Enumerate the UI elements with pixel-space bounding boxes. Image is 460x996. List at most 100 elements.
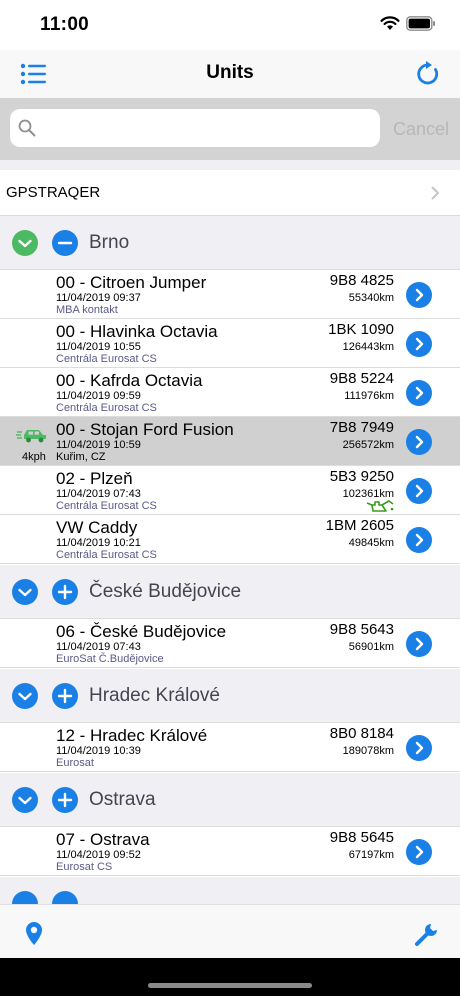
group-header-brno[interactable]: Brno [0, 216, 460, 270]
detail-arrow-icon[interactable] [406, 282, 432, 308]
unit-row[interactable]: 07 - Ostrava 11/04/2019 09:52 Eurosat CS… [0, 827, 460, 876]
group-name: České Budějovice [89, 581, 242, 602]
unit-odometer: 55340km [348, 292, 394, 304]
chevron-down-icon[interactable] [12, 787, 38, 813]
detail-arrow-icon[interactable] [406, 478, 432, 504]
unit-odometer: 256572km [342, 439, 394, 451]
battery-icon [406, 16, 435, 31]
minus-icon[interactable] [52, 230, 78, 256]
account-label: GPSTRAQER [6, 184, 101, 201]
unit-odometer: 126443km [342, 341, 394, 353]
status-time: 11:00 [40, 14, 90, 35]
search-box[interactable] [10, 109, 380, 147]
unit-date: 11/04/2019 09:59 [56, 390, 141, 402]
unit-location: Centrála Eurosat CS [56, 500, 157, 512]
unit-odometer: 189078km [342, 745, 394, 757]
plus-icon[interactable] [52, 579, 78, 605]
unit-plate: 7B8 7949 [329, 419, 394, 436]
unit-name: 06 - České Budějovice [56, 622, 227, 641]
detail-arrow-icon[interactable] [406, 331, 432, 357]
refresh-icon[interactable] [414, 60, 442, 88]
detail-arrow-icon[interactable] [406, 527, 432, 553]
unit-location: Eurosat [56, 757, 94, 769]
checkmark-icon[interactable] [12, 230, 38, 256]
unit-date: 11/04/2019 10:21 [56, 537, 141, 549]
status-bar: 11:00 [0, 0, 460, 50]
unit-name: 00 - Hlavinka Octavia [56, 322, 218, 341]
unit-row[interactable]: 12 - Hradec Králové 11/04/2019 10:39 Eur… [0, 723, 460, 772]
location-pin-icon[interactable] [24, 921, 44, 947]
unit-location: Centrála Eurosat CS [56, 402, 157, 414]
unit-name: 02 - Plzeň [56, 469, 133, 488]
unit-plate: 9B8 4825 [329, 272, 394, 289]
unit-row[interactable]: VW Caddy 11/04/2019 10:21 Centrála Euros… [0, 515, 460, 564]
unit-name: 00 - Citroen Jumper [56, 273, 207, 292]
oil-can-icon [366, 500, 394, 512]
unit-date: 11/04/2019 10:39 [56, 745, 141, 757]
home-indicator[interactable] [148, 983, 312, 988]
unit-plate: 5B3 9250 [329, 468, 394, 485]
unit-location: MBA kontakt [56, 304, 118, 316]
unit-odometer: 111976km [344, 390, 394, 402]
navigation-bar: Units [0, 50, 460, 98]
group-name: Ostrava [89, 789, 156, 810]
detail-arrow-icon[interactable] [406, 429, 432, 455]
group-name: Brno [89, 232, 130, 253]
unit-date: 11/04/2019 07:43 [56, 488, 141, 500]
page-title: Units [206, 62, 254, 83]
account-row[interactable]: GPSTRAQER [0, 170, 460, 216]
wifi-icon [380, 16, 400, 30]
detail-arrow-icon[interactable] [406, 380, 432, 406]
unit-row[interactable]: 02 - Plzeň 11/04/2019 07:43 Centrála Eur… [0, 466, 460, 515]
unit-row[interactable]: 06 - České Budějovice 11/04/2019 07:43 E… [0, 619, 460, 668]
unit-name: 07 - Ostrava [56, 830, 150, 849]
unit-date: 11/04/2019 09:37 [56, 292, 141, 304]
detail-arrow-icon[interactable] [406, 735, 432, 761]
unit-odometer: 49845km [348, 537, 394, 549]
unit-plate: 8B0 8184 [329, 725, 394, 742]
group-header-ostrava[interactable]: Ostrava [0, 773, 460, 827]
unit-location: Eurosat CS [56, 861, 113, 873]
wrench-icon[interactable] [414, 921, 440, 947]
unit-name: 00 - Stojan Ford Fusion [56, 420, 234, 439]
unit-row[interactable]: 00 - Kafrda Octavia 11/04/2019 09:59 Cen… [0, 368, 460, 417]
app-screen: 11:00 Units Cancel GPSTRAQER Brno 00 - C… [0, 0, 460, 996]
unit-date: 11/04/2019 10:59 [56, 439, 141, 451]
group-header-ceske-budejovice[interactable]: České Budějovice [0, 565, 460, 619]
home-indicator-area [0, 958, 460, 996]
search-input[interactable] [46, 109, 372, 147]
unit-plate: 9B8 5224 [329, 370, 394, 387]
unit-date: 11/04/2019 07:43 [56, 641, 141, 653]
unit-name: 00 - Kafrda Octavia [56, 371, 203, 390]
moving-car-icon [16, 430, 46, 443]
unit-name: 12 - Hradec Králové [56, 726, 208, 745]
chevron-right-icon [431, 186, 439, 200]
group-name: Hradec Králové [89, 685, 220, 706]
unit-plate: 9B8 5643 [329, 621, 394, 638]
unit-odometer: 56901km [348, 641, 394, 653]
unit-row-selected[interactable]: 4kph 00 - Stojan Ford Fusion 11/04/2019 … [0, 417, 460, 466]
unit-location: Centrála Eurosat CS [56, 353, 157, 365]
unit-plate: 9B8 5645 [329, 829, 394, 846]
chevron-down-icon[interactable] [12, 579, 38, 605]
plus-icon[interactable] [52, 683, 78, 709]
search-bar: Cancel [0, 98, 460, 160]
plus-icon[interactable] [52, 787, 78, 813]
unit-location: EuroSat Č.Budějovice [56, 653, 164, 665]
search-icon [18, 119, 36, 137]
unit-row[interactable]: 00 - Citroen Jumper 11/04/2019 09:37 MBA… [0, 270, 460, 319]
cancel-button[interactable]: Cancel [393, 119, 449, 140]
detail-arrow-icon[interactable] [406, 839, 432, 865]
unit-row[interactable]: 00 - Hlavinka Octavia 11/04/2019 10:55 C… [0, 319, 460, 368]
group-header-hradec-kralove[interactable]: Hradec Králové [0, 669, 460, 723]
unit-date: 11/04/2019 09:52 [56, 849, 141, 861]
unit-plate: 1BM 2605 [325, 517, 394, 534]
section-gap [0, 160, 460, 170]
chevron-down-icon[interactable] [12, 683, 38, 709]
unit-odometer: 67197km [348, 849, 394, 861]
detail-arrow-icon[interactable] [406, 631, 432, 657]
unit-speed: 4kph [22, 451, 46, 463]
bottom-toolbar [0, 904, 460, 958]
unit-location: Kuřim, CZ [56, 451, 106, 463]
unit-date: 11/04/2019 10:55 [56, 341, 141, 353]
